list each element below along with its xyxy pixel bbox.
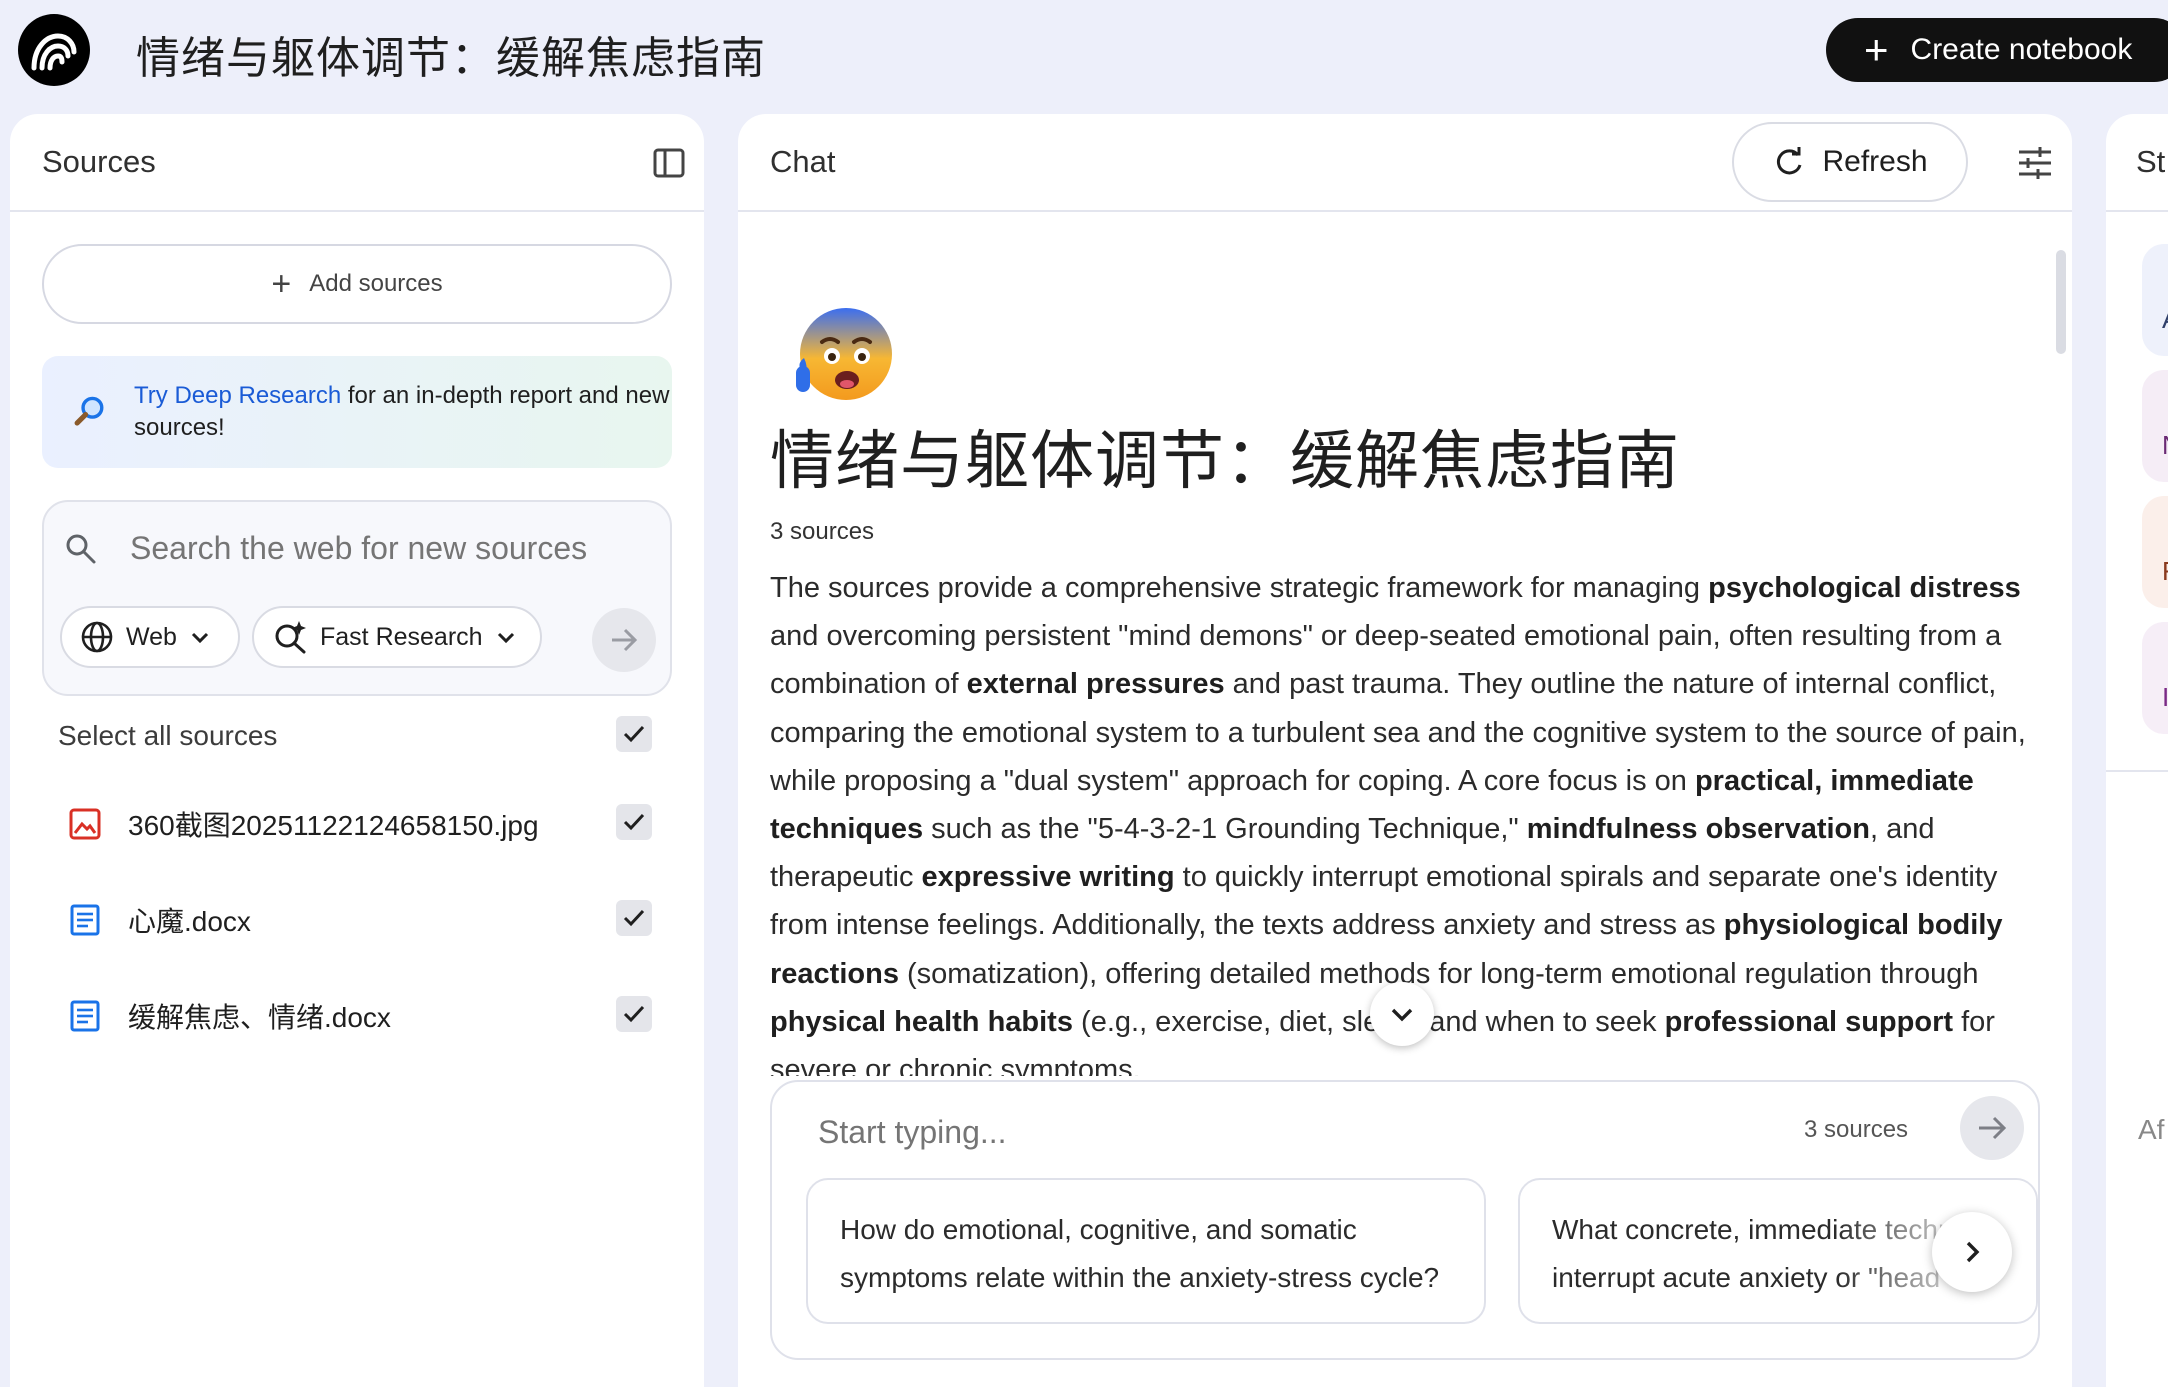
- chat-composer: 3 sources How do emotional, cognitive, a…: [770, 1080, 2040, 1360]
- scroll-to-bottom-button[interactable]: [1370, 982, 1434, 1046]
- chevron-down-icon: [497, 632, 514, 644]
- checkmark-icon: [623, 1005, 645, 1023]
- arrow-right-icon: [612, 628, 638, 652]
- summary-highlight: psychological distress: [1708, 572, 2021, 604]
- magnifier-icon: [74, 396, 104, 426]
- globe-icon: [81, 621, 113, 653]
- chat-input[interactable]: [818, 1110, 1618, 1154]
- plus-icon: +: [271, 264, 292, 303]
- search-submit-button[interactable]: [592, 608, 656, 672]
- deep-research-text: Try Deep Research for an in-depth report…: [134, 380, 672, 444]
- composer-source-count: 3 sources: [1804, 1116, 1909, 1143]
- source-item-document[interactable]: 缓解焦虑、情绪.docx: [68, 996, 391, 1036]
- studio-tile-audio[interactable]: A: [2142, 244, 2168, 356]
- source-item-label: 360截图20251122124658150.jpg: [128, 810, 539, 841]
- create-notebook-label: Create notebook: [1910, 33, 2133, 66]
- create-notebook-button[interactable]: + Create notebook: [1826, 18, 2168, 82]
- summary-segment: (somatization), offering detailed method…: [898, 957, 1979, 990]
- logo-icon: [31, 33, 77, 71]
- summary-segment: The sources provide a comprehensive stra…: [770, 572, 1709, 604]
- summary-highlight: physical health habits: [770, 1005, 1073, 1038]
- sources-panel-header: Sources: [10, 114, 704, 212]
- source-item-image[interactable]: 360截图20251122124658150.jpg: [68, 804, 539, 844]
- document-icon: [70, 904, 100, 936]
- summary-highlight: expressive writing: [921, 861, 1175, 894]
- studio-tile-label: N: [2162, 430, 2168, 461]
- web-source-search: Web Fast Research: [42, 500, 672, 696]
- chat-panel-header: Chat Refresh: [738, 114, 2072, 212]
- notebook-title: 情绪与躯体调节：缓解焦虑指南: [770, 425, 1680, 499]
- summary-highlight: mindfulness observation: [1526, 813, 1870, 846]
- arrow-right-icon: [1979, 1116, 2007, 1140]
- next-suggestions-button[interactable]: [1932, 1212, 2012, 1292]
- document-icon: [70, 1000, 100, 1032]
- deep-research-link[interactable]: Try Deep Research: [134, 382, 341, 409]
- search-icon: [66, 534, 96, 564]
- summary-highlight: professional support: [1664, 1005, 1954, 1038]
- source-item-document[interactable]: 心魔.docx: [68, 900, 251, 940]
- chat-scrollbar[interactable]: [2056, 250, 2066, 354]
- select-all-label: Select all sources: [58, 720, 278, 751]
- chat-panel: Chat Refresh 情绪与躯体调节：缓解焦虑指南 3 sources Th…: [738, 114, 2072, 1387]
- notebooklm-logo[interactable]: [18, 14, 90, 86]
- research-mode-value: Fast Research: [320, 622, 483, 651]
- source-checkbox[interactable]: [616, 804, 652, 840]
- source-checkbox[interactable]: [616, 996, 652, 1032]
- chevron-down-icon: [1391, 1008, 1413, 1022]
- studio-tile-infographic[interactable]: I: [2142, 622, 2168, 734]
- add-sources-label: Add sources: [309, 270, 443, 297]
- add-sources-button[interactable]: + Add sources: [42, 244, 672, 324]
- summary-highlight: external pressures: [966, 668, 1225, 701]
- checkmark-icon: [623, 813, 645, 831]
- deep-research-banner[interactable]: Try Deep Research for an in-depth report…: [42, 356, 672, 468]
- checkmark-icon: [623, 725, 645, 743]
- image-file-icon: [69, 808, 101, 840]
- studio-tile-flashcards[interactable]: F: [2142, 496, 2168, 608]
- source-checkbox[interactable]: [616, 900, 652, 936]
- chevron-right-icon: [1966, 1241, 1980, 1263]
- plus-icon: +: [1864, 26, 1889, 73]
- studio-tile-label: A: [2162, 304, 2168, 335]
- checkmark-icon: [623, 909, 645, 927]
- studio-panel: St A N F I Af: [2106, 114, 2168, 1387]
- refresh-icon: [1777, 147, 1802, 175]
- sources-panel: Sources + Add sources Try Deep Research …: [10, 114, 704, 1387]
- chat-panel-title: Chat: [770, 144, 836, 179]
- notebook-title-header[interactable]: 情绪与躯体调节：缓解焦虑指南: [136, 22, 766, 86]
- refresh-label: Refresh: [1822, 145, 1928, 178]
- settings-tune-icon[interactable]: [2016, 144, 2054, 182]
- source-count: 3 sources: [770, 518, 875, 545]
- studio-divider: [2106, 770, 2168, 772]
- studio-panel-title: St: [2136, 144, 2166, 179]
- studio-tile-label: I: [2162, 682, 2168, 712]
- studio-note-fragment: Af: [2138, 1114, 2165, 1145]
- studio-tile-label: F: [2162, 556, 2168, 587]
- source-type-dropdown[interactable]: Web: [60, 606, 240, 668]
- studio-tile-mindmap[interactable]: N: [2142, 370, 2168, 482]
- source-type-value: Web: [126, 622, 177, 651]
- source-item-label: 缓解焦虑、情绪.docx: [128, 1002, 391, 1033]
- collapse-panel-icon[interactable]: [652, 146, 686, 180]
- studio-panel-header: St: [2106, 114, 2168, 212]
- refresh-button[interactable]: Refresh: [1732, 122, 1968, 202]
- sources-panel-title: Sources: [42, 144, 156, 179]
- send-button[interactable]: [1960, 1096, 2024, 1160]
- anxious-face-emoji-icon: [796, 308, 892, 400]
- research-mode-dropdown[interactable]: Fast Research: [252, 606, 542, 668]
- chevron-down-icon: [191, 632, 209, 644]
- select-all-checkbox[interactable]: [616, 716, 652, 752]
- summary-segment: (e.g., exercise, diet, sleep) and when t…: [1072, 1005, 1665, 1038]
- web-search-input[interactable]: [130, 528, 630, 568]
- summary-segment: such as the "5-4-3-2-1 Grounding Techniq…: [923, 813, 1527, 846]
- suggested-question[interactable]: How do emotional, cognitive, and somatic…: [806, 1178, 1486, 1324]
- source-item-label: 心魔.docx: [128, 906, 251, 937]
- sparkle-search-icon: [275, 621, 306, 654]
